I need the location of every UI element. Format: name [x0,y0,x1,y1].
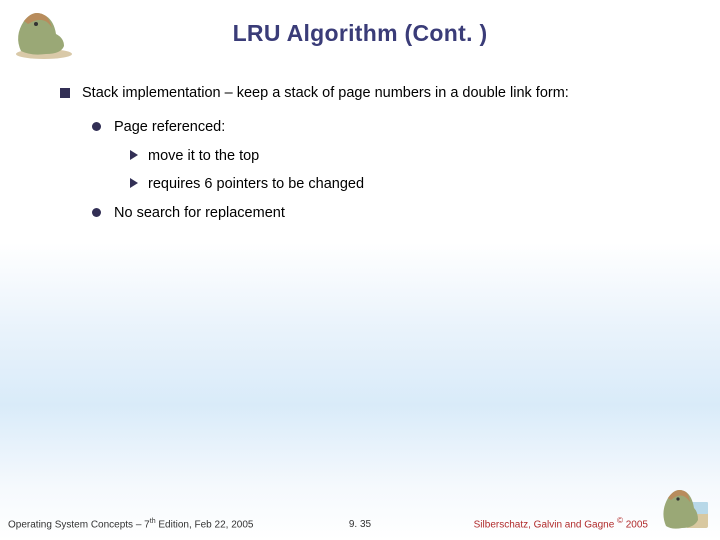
bullet-level2: No search for replacement [92,204,680,224]
bullet-level1: Stack implementation – keep a stack of p… [60,84,680,104]
bullet-level3: move it to the top [130,147,680,167]
footer-right-post: 2005 [623,519,648,530]
footer-right-pre: Silberschatz, Galvin and Gagne [474,519,617,530]
dinosaur-illustration-bottom [656,484,714,534]
dinosaur-illustration-top [6,6,76,61]
footer-left-text-pre: Operating System Concepts – 7 [8,519,150,530]
bullet-level2: Page referenced: [92,118,680,138]
footer-left-text-post: Edition, Feb 22, 2005 [156,519,254,530]
footer-page-number: 9. 35 [349,519,371,530]
bullet-level3: requires 6 pointers to be changed [130,175,680,195]
footer-right: Silberschatz, Galvin and Gagne © 2005 [474,516,648,530]
slide-content: Stack implementation – keep a stack of p… [60,84,680,234]
footer-left: Operating System Concepts – 7th Edition,… [8,518,253,530]
slide-title: LRU Algorithm (Cont. ) [0,0,720,47]
